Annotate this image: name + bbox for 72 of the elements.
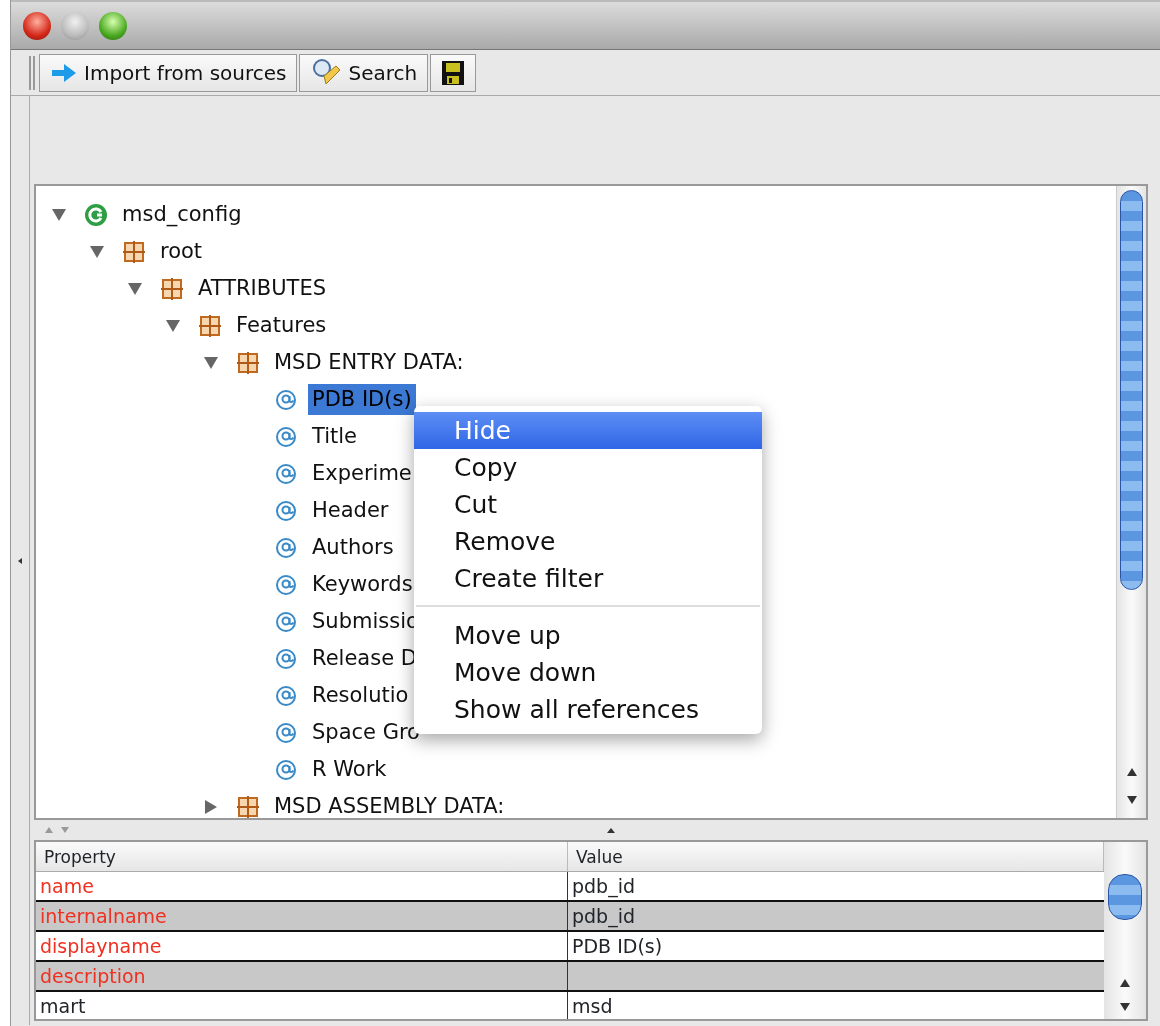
tree-item[interactable]: MSD ASSEMBLY DATA: [270, 790, 509, 818]
zoom-button[interactable] [99, 11, 127, 40]
menu-item[interactable]: Create filter [414, 560, 762, 597]
at-sign-icon [274, 498, 298, 523]
tree-item[interactable]: Title [308, 420, 361, 453]
tree-item[interactable]: R Work [308, 753, 391, 786]
at-sign-icon [274, 387, 298, 412]
save-icon [441, 59, 466, 86]
splitter-handle-icon[interactable] [606, 826, 616, 834]
arrow-right-icon [50, 61, 78, 84]
tree-item[interactable]: Resolutio [308, 679, 413, 712]
import-button[interactable]: Import from sources [39, 53, 298, 92]
table-cell-text: msd [571, 994, 614, 1019]
grid-icon [236, 350, 260, 375]
save-button[interactable] [430, 53, 477, 92]
tree-item[interactable]: ATTRIBUTES [194, 272, 330, 305]
grid-icon [198, 313, 222, 338]
menu-item[interactable]: Move down [414, 654, 762, 691]
table-cell: mart [36, 992, 568, 1019]
tree-item[interactable]: root [156, 235, 207, 268]
at-sign-icon [274, 646, 298, 671]
expanded-triangle-icon[interactable] [127, 281, 143, 296]
at-sign-icon [274, 683, 298, 708]
menu-item[interactable]: Remove [414, 523, 762, 560]
scroll-up-button[interactable] [1119, 978, 1131, 988]
toolbar-grip[interactable] [29, 55, 35, 90]
expanded-triangle-icon[interactable] [51, 207, 67, 222]
at-sign-icon [274, 424, 298, 449]
scrollbar-thumb[interactable] [1108, 874, 1142, 920]
table-cell-text: pdb_id [571, 874, 637, 900]
at-sign-icon [274, 757, 298, 782]
vertical-scrollbar[interactable] [1116, 186, 1146, 818]
tree-item[interactable]: Header [308, 494, 393, 527]
table-cell: internalname [36, 902, 568, 930]
menu-item[interactable]: Copy [414, 449, 762, 486]
menu-item[interactable]: Cut [414, 486, 762, 523]
at-sign-icon [274, 535, 298, 560]
collapsed-triangle-icon[interactable] [204, 798, 218, 815]
tree-item[interactable]: MSD ENTRY DATA: [270, 346, 468, 379]
grid-icon [122, 239, 146, 264]
at-sign-icon [274, 720, 298, 745]
table-cell-text: pdb_id [571, 904, 637, 930]
scroll-up-button[interactable] [1125, 767, 1138, 777]
table-cell-text: PDB ID(s) [571, 934, 664, 959]
menu-item[interactable]: Hide [414, 412, 762, 449]
at-sign-icon [274, 609, 298, 634]
tree-item[interactable]: PDB ID(s) [308, 383, 416, 416]
expanded-triangle-icon[interactable] [203, 355, 219, 370]
column-header[interactable]: Property [36, 842, 568, 871]
search-button[interactable]: Search [299, 53, 429, 92]
tree-item[interactable]: Keywords [308, 568, 417, 601]
close-button[interactable] [23, 11, 51, 40]
grid-icon [160, 276, 184, 301]
grid-icon [236, 794, 260, 818]
tree-item[interactable]: Experime [308, 457, 416, 490]
scroll-down-button[interactable] [1119, 1002, 1131, 1012]
at-sign-icon [274, 572, 298, 597]
splitter-handle-icon[interactable] [16, 556, 24, 565]
tree-item[interactable]: Features [232, 309, 331, 342]
menu-item[interactable]: Move up [414, 617, 762, 654]
scroll-down-button[interactable] [1125, 795, 1138, 805]
vertical-scrollbar[interactable] [1104, 842, 1146, 1019]
table-cell: displayname [36, 932, 568, 960]
table-cell: name [36, 872, 568, 900]
table-cell: description [36, 962, 568, 990]
expanded-triangle-icon[interactable] [89, 244, 105, 259]
menu-item[interactable]: Show all references [414, 691, 762, 728]
scrollbar-thumb[interactable] [1120, 190, 1143, 590]
at-sign-icon [274, 461, 298, 486]
tree-item[interactable]: Authors [308, 531, 398, 564]
expanded-triangle-icon[interactable] [165, 318, 181, 333]
tree-item[interactable]: msd_config [118, 198, 246, 231]
